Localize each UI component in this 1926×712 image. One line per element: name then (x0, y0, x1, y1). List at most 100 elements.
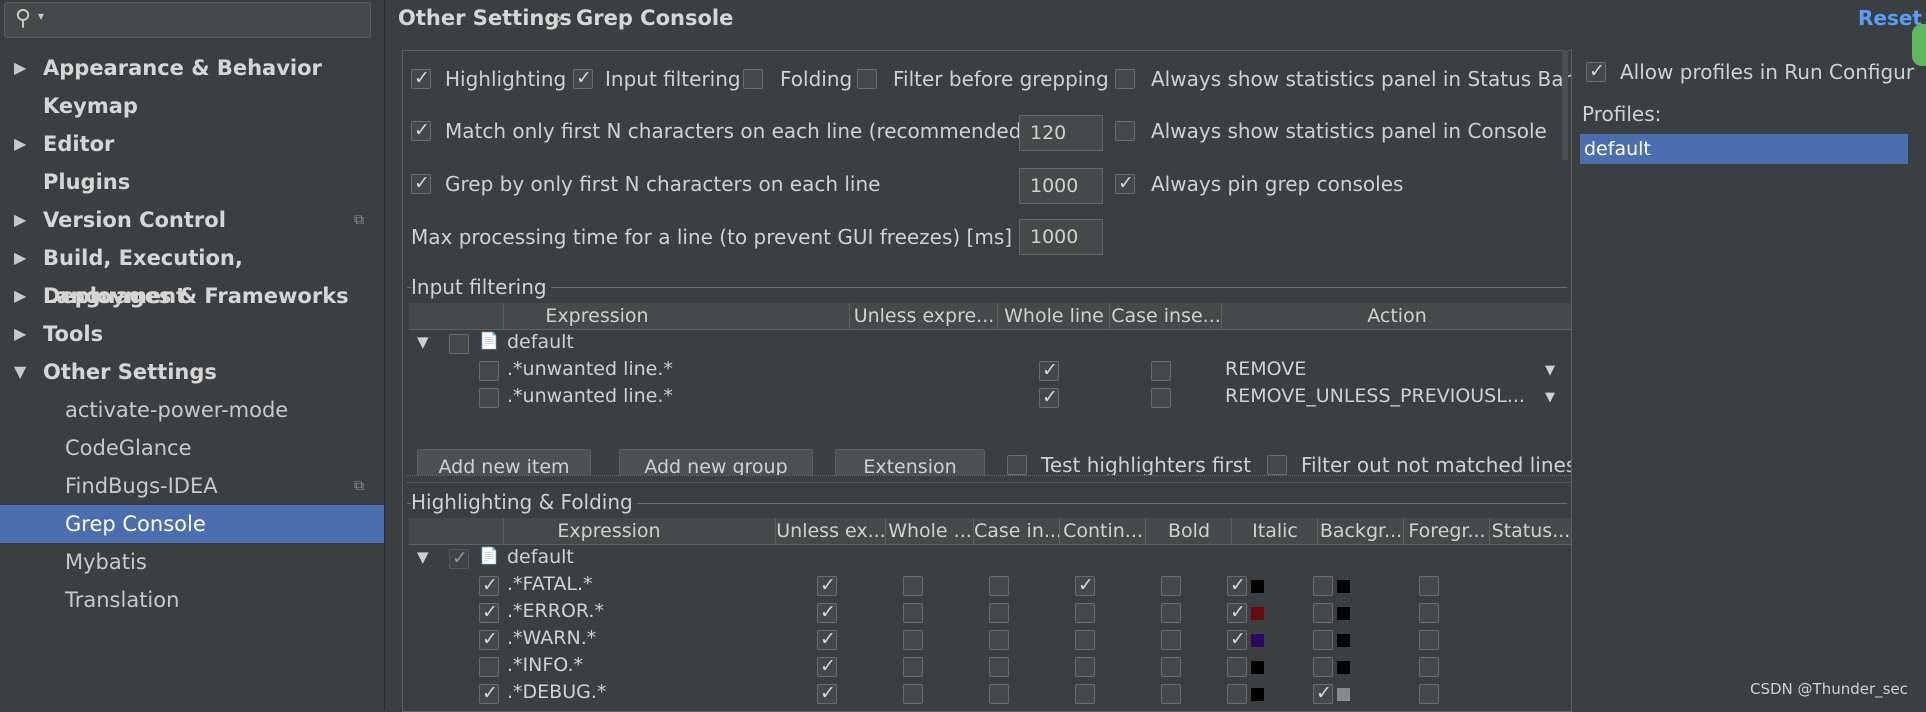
col-action[interactable]: Action (1221, 303, 1571, 329)
foreground-checkbox[interactable] (1313, 657, 1333, 677)
continue-checkbox[interactable] (989, 603, 1009, 623)
background-checkbox[interactable] (1227, 684, 1247, 704)
col-unless-expression[interactable]: Unless ex... (775, 518, 886, 544)
test-highlighters-first-checkbox[interactable] (1007, 455, 1027, 475)
whole-line-checkbox[interactable] (817, 628, 837, 650)
continue-checkbox[interactable] (989, 657, 1009, 677)
foreground-color-swatch[interactable] (1337, 580, 1350, 593)
foreground-checkbox[interactable] (1313, 576, 1333, 596)
col-expression[interactable]: Expression (503, 303, 690, 329)
chevron-right-icon[interactable]: ▶ (14, 239, 26, 277)
sidebar-item-grep-console[interactable]: Grep Console (0, 505, 384, 543)
filter-out-not-matched-checkbox[interactable] (1267, 455, 1287, 475)
sidebar-item-other-settings[interactable]: ▼ Other Settings (0, 353, 384, 391)
status-checkbox[interactable] (1419, 684, 1439, 704)
highlight-row-checkbox[interactable] (479, 628, 499, 650)
col-whole-line[interactable]: Whole ... (885, 518, 974, 544)
bold-checkbox[interactable] (1075, 603, 1095, 623)
highlight-group-name[interactable]: default (507, 546, 574, 568)
match-first-n-checkbox[interactable] (411, 119, 431, 141)
scrollbar[interactable] (1562, 50, 1568, 160)
side-handle[interactable] (1912, 24, 1926, 66)
sidebar-item-editor[interactable]: ▶ Editor (0, 125, 384, 163)
whole-line-checkbox[interactable] (817, 682, 837, 704)
match-first-n-input[interactable]: 120 (1019, 115, 1103, 151)
filter-group-name[interactable]: default (507, 331, 574, 353)
add-new-group-button[interactable]: Add new group (619, 449, 813, 475)
sidebar-item-appearance-behavior[interactable]: ▶ Appearance & Behavior (0, 49, 384, 87)
italic-checkbox[interactable] (1161, 576, 1181, 596)
highlight-row-expression[interactable]: .*FATAL.* (507, 573, 593, 595)
col-bold[interactable]: Bold (1145, 518, 1232, 544)
whole-line-checkbox[interactable] (817, 574, 837, 596)
col-unless-expression[interactable]: Unless expre... (849, 303, 998, 329)
chevron-right-icon[interactable]: ▶ (14, 49, 26, 87)
continue-checkbox[interactable] (989, 630, 1009, 650)
filter-group-checkbox[interactable] (449, 334, 469, 354)
highlight-group-checkbox[interactable] (449, 547, 469, 569)
sidebar-item-tools[interactable]: ▶ Tools (0, 315, 384, 353)
filter-row-2-expression[interactable]: .*unwanted line.* (507, 385, 673, 407)
italic-checkbox[interactable] (1161, 657, 1181, 677)
italic-checkbox[interactable] (1161, 603, 1181, 623)
foreground-color-swatch[interactable] (1337, 607, 1350, 620)
filter-row-2-case-insensitive[interactable] (1151, 388, 1171, 408)
sidebar-item-languages-frameworks[interactable]: ▶ Languages & Frameworks (0, 277, 384, 315)
expand-arrow-icon[interactable]: ▼ (417, 548, 429, 566)
chevron-right-icon[interactable]: ▶ (14, 125, 26, 163)
highlight-row-expression[interactable]: .*ERROR.* (507, 600, 604, 622)
foreground-checkbox[interactable] (1313, 630, 1333, 650)
col-status[interactable]: Status... (1489, 518, 1571, 544)
whole-line-checkbox[interactable] (817, 601, 837, 623)
splitter-handle[interactable] (407, 475, 1571, 483)
sidebar-item-activate-power-mode[interactable]: activate-power-mode (0, 391, 384, 429)
input-filtering-checkbox[interactable] (573, 67, 593, 89)
col-expression[interactable]: Expression (503, 518, 714, 544)
reset-link[interactable]: Reset (1858, 6, 1922, 30)
background-color-swatch[interactable] (1251, 580, 1264, 593)
filter-row-1-expression[interactable]: .*unwanted line.* (507, 358, 673, 380)
continue-checkbox[interactable] (989, 684, 1009, 704)
highlight-row-expression[interactable]: .*DEBUG.* (507, 681, 606, 703)
highlight-row-checkbox[interactable] (479, 657, 499, 677)
filter-row-2-action[interactable]: REMOVE_UNLESS_PREVIOUSL... (1225, 385, 1525, 407)
highlighting-checkbox[interactable] (411, 67, 431, 89)
allow-profiles-checkbox[interactable] (1586, 60, 1606, 82)
bold-checkbox[interactable] (1075, 684, 1095, 704)
highlight-row-expression[interactable]: .*WARN.* (507, 627, 596, 649)
status-checkbox[interactable] (1419, 603, 1439, 623)
extension-button[interactable]: Extension (835, 449, 985, 475)
background-color-swatch[interactable] (1251, 607, 1264, 620)
col-case-insensitive[interactable]: Case in... (973, 518, 1060, 544)
italic-checkbox[interactable] (1161, 630, 1181, 650)
filter-row-2-checkbox[interactable] (479, 388, 499, 408)
highlight-row-checkbox[interactable] (479, 574, 499, 596)
italic-checkbox[interactable] (1161, 684, 1181, 704)
foreground-checkbox[interactable] (1313, 682, 1333, 704)
filter-row-1-whole-line[interactable] (1039, 359, 1059, 381)
filter-row-1-case-insensitive[interactable] (1151, 361, 1171, 381)
sidebar-item-version-control[interactable]: ▶ Version Control ⧉ (0, 201, 384, 239)
filter-before-grepping-checkbox[interactable] (857, 69, 877, 89)
background-checkbox[interactable] (1227, 657, 1247, 677)
filter-row-1-action[interactable]: REMOVE (1225, 358, 1306, 380)
grep-first-n-input[interactable]: 1000 (1019, 168, 1103, 204)
chevron-right-icon[interactable]: ▶ (14, 201, 26, 239)
max-processing-time-input[interactable]: 1000 (1019, 219, 1103, 255)
sidebar-item-plugins[interactable]: Plugins (0, 163, 384, 201)
case-insensitive-checkbox[interactable] (903, 630, 923, 650)
highlight-row-expression[interactable]: .*INFO.* (507, 654, 583, 676)
sidebar-item-codeglance[interactable]: CodeGlance (0, 429, 384, 467)
status-checkbox[interactable] (1419, 630, 1439, 650)
whole-line-checkbox[interactable] (817, 655, 837, 677)
sidebar-item-build-execution-deployment[interactable]: ▶ Build, Execution, Deployment (0, 239, 384, 308)
status-checkbox[interactable] (1419, 657, 1439, 677)
stats-console-checkbox[interactable] (1115, 121, 1135, 141)
background-checkbox[interactable] (1227, 574, 1247, 596)
col-continue[interactable]: Contin... (1059, 518, 1146, 544)
foreground-checkbox[interactable] (1313, 603, 1333, 623)
stats-status-bar-checkbox[interactable] (1115, 69, 1135, 89)
profile-list-item[interactable]: default (1580, 134, 1908, 164)
bold-checkbox[interactable] (1075, 657, 1095, 677)
background-checkbox[interactable] (1227, 601, 1247, 623)
